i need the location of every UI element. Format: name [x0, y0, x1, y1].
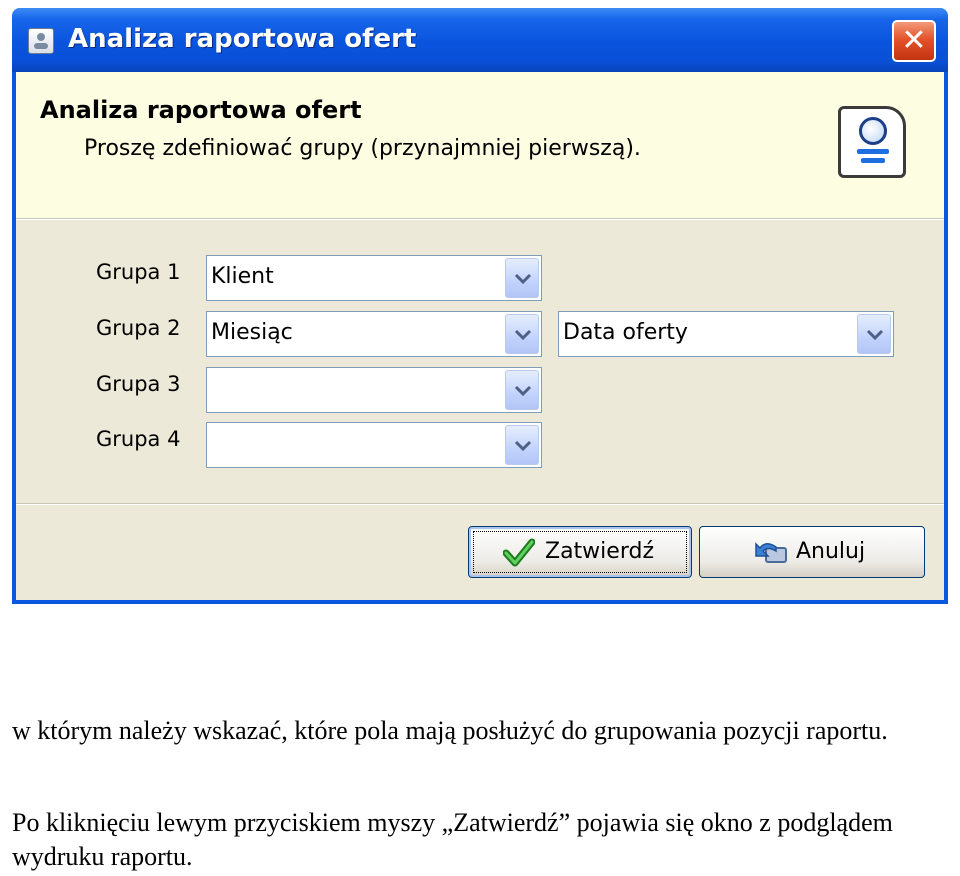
- header-title: Analiza raportowa ofert: [40, 96, 362, 124]
- group-4-label: Grupa 4: [96, 427, 181, 451]
- chevron-down-icon[interactable]: [505, 425, 539, 465]
- group-2-field-select[interactable]: Data oferty: [558, 311, 894, 357]
- group-3-label: Grupa 3: [96, 372, 181, 396]
- close-icon: ✕: [901, 23, 927, 58]
- document-paragraph-1: w którym należy wskazać, które pola mają…: [12, 716, 888, 745]
- group-3-select[interactable]: [206, 367, 542, 413]
- dialog-window: Analiza raportowa ofert ✕ Analiza raport…: [12, 8, 948, 604]
- document-paragraph-2: Po kliknięciu lewym przyciskiem myszy „Z…: [12, 808, 893, 871]
- confirm-button[interactable]: Zatwierdź: [468, 526, 692, 578]
- header-subtitle: Proszę zdefiniować grupy (przynajmniej p…: [84, 136, 641, 161]
- title-bar[interactable]: Analiza raportowa ofert ✕: [12, 8, 948, 72]
- cancel-button-label: Anuluj: [796, 539, 866, 564]
- group-2-select[interactable]: Miesiąc: [206, 311, 542, 357]
- group-2-label: Grupa 2: [96, 316, 181, 340]
- chevron-down-icon[interactable]: [505, 370, 539, 410]
- confirm-button-label: Zatwierdź: [545, 539, 654, 564]
- chevron-down-icon[interactable]: [505, 258, 539, 298]
- chevron-down-icon[interactable]: [505, 314, 539, 354]
- group-1-value: Klient: [211, 264, 274, 289]
- cancel-button[interactable]: Anuluj: [699, 526, 925, 578]
- group-2-value: Miesiąc: [211, 320, 293, 345]
- group-1-label: Grupa 1: [96, 260, 181, 284]
- header-divider: [16, 219, 944, 220]
- close-button[interactable]: ✕: [892, 20, 936, 62]
- window-title: Analiza raportowa ofert: [68, 24, 417, 54]
- wizard-header: Analiza raportowa ofert Proszę zdefiniow…: [16, 72, 944, 219]
- group-1-select[interactable]: Klient: [206, 255, 542, 301]
- undo-arrow-icon: [754, 538, 788, 572]
- wizard-magnifier-icon: [838, 106, 906, 178]
- dialog-body: Analiza raportowa ofert Proszę zdefiniow…: [16, 72, 944, 600]
- chevron-down-icon[interactable]: [857, 314, 891, 354]
- group-2-field-value: Data oferty: [563, 320, 688, 345]
- dialog-app-icon: [28, 28, 54, 54]
- checkmark-icon: [502, 538, 536, 574]
- footer-divider-highlight: [16, 504, 944, 505]
- group-4-select[interactable]: [206, 422, 542, 468]
